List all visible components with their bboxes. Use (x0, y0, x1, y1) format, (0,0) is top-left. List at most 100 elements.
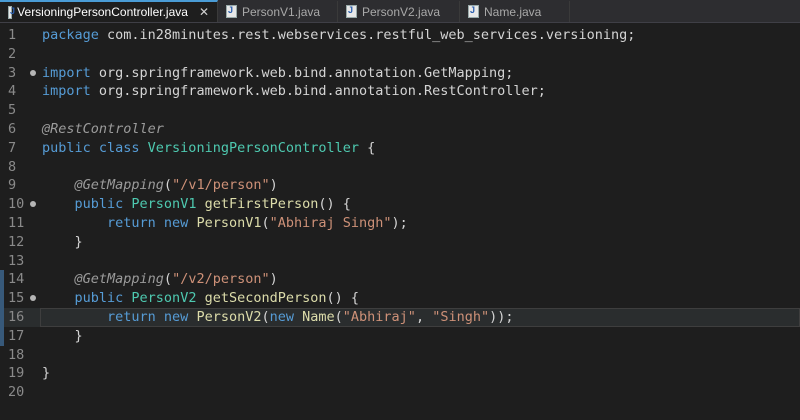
tab-label: Name.java (484, 4, 542, 19)
code-token: com.in28minutes.rest.webservices.restful… (98, 27, 636, 43)
code-token: import (42, 64, 91, 81)
code-line[interactable]: 10 public PersonV1 getFirstPerson() { (0, 195, 800, 214)
code-line[interactable]: 12 } (0, 233, 800, 252)
code-text: public PersonV2 getSecondPerson() { (42, 289, 360, 308)
code-token: @RestController (42, 121, 164, 137)
code-text: } (42, 364, 50, 383)
code-text: import org.springframework.web.bind.anno… (42, 64, 513, 83)
code-text: @RestController (42, 120, 164, 139)
tab-label: VersioningPersonController.java (17, 5, 188, 19)
code-text: import org.springframework.web.bind.anno… (42, 82, 546, 101)
code-editor[interactable]: 1 package com.in28minutes.rest.webservice… (0, 22, 800, 420)
code-text: @GetMapping("/v1/person") (42, 176, 278, 195)
line-number: 19 (8, 365, 25, 382)
code-line[interactable]: 11 return new PersonV1("Abhiraj Singh"); (0, 214, 800, 233)
code-line[interactable]: 18 (0, 346, 800, 365)
code-token: ( (163, 271, 173, 288)
tab-personv1-java[interactable]: PersonV1.java (218, 1, 338, 22)
code-token: return new (107, 309, 197, 325)
code-line[interactable]: 8 (0, 158, 800, 177)
change-marker (0, 270, 4, 290)
code-line[interactable]: 1 package com.in28minutes.rest.webservice… (0, 26, 800, 45)
code-line[interactable]: 3 import org.springframework.web.bind.ann… (0, 64, 800, 83)
code-line[interactable]: 5 (0, 101, 800, 120)
code-line[interactable]: 13 (0, 252, 800, 271)
code-token: org.springframework.web.bind.annotation.… (90, 64, 514, 81)
fold-toggle-icon[interactable] (30, 295, 36, 302)
line-number: 14 (8, 271, 25, 288)
tab-personv2-java[interactable]: PersonV2.java (338, 1, 460, 22)
line-number: 10 (8, 196, 25, 213)
line-number: 1 (8, 27, 17, 43)
code-token: PersonV2 (131, 290, 197, 307)
code-line[interactable]: 19} (0, 364, 800, 383)
line-number: 15 (8, 290, 25, 307)
code-text: @GetMapping("/v2/person") (42, 270, 278, 289)
fold-toggle-icon[interactable] (30, 69, 36, 76)
line-number: 16 (8, 309, 25, 325)
code-token: } (42, 233, 83, 250)
code-token: getFirstPerson (204, 196, 319, 213)
code-token: )); (489, 309, 514, 325)
code-token: { (359, 139, 376, 156)
code-token: () { (326, 290, 360, 307)
code-token: @GetMapping (74, 177, 164, 194)
code-token: public (74, 196, 132, 213)
line-number: 18 (8, 346, 25, 363)
line-number: 4 (8, 83, 17, 100)
tab-label: PersonV1.java (242, 4, 321, 19)
code-text: public class VersioningPersonController … (42, 139, 375, 158)
java-file-icon (468, 5, 479, 18)
code-line[interactable]: 14 @GetMapping("/v2/person") (0, 270, 800, 290)
code-token: "/v2/person" (172, 271, 270, 288)
code-token: getSecondPerson (204, 290, 327, 307)
change-marker (0, 289, 4, 309)
code-line[interactable]: 17 } (0, 326, 800, 346)
fold-toggle-icon[interactable] (30, 201, 36, 208)
line-number: 13 (8, 252, 25, 269)
code-token: public (74, 290, 132, 307)
code-token: ( (261, 215, 270, 231)
code-token: PersonV1 (196, 215, 262, 231)
code-line[interactable]: 4 import org.springframework.web.bind.ann… (0, 82, 800, 101)
line-number: 3 (8, 64, 17, 81)
code-token: "Singh" (432, 309, 490, 325)
code-text: } (42, 327, 83, 346)
tab-name-java[interactable]: Name.java (460, 1, 570, 22)
code-token: VersioningPersonController (147, 139, 359, 156)
code-token: () { (318, 196, 351, 213)
code-line[interactable]: 9 @GetMapping("/v1/person") (0, 176, 800, 195)
tab-versioningpersoncontroller-java[interactable]: VersioningPersonController.java ✕ (0, 0, 218, 22)
code-token: ( (163, 177, 173, 194)
code-line[interactable]: 2 (0, 45, 800, 64)
code-token: public class (42, 139, 148, 156)
code-line[interactable]: 16 return new PersonV2(new Name("Abhiraj… (0, 308, 800, 327)
code-token: "Abhiraj" (342, 309, 416, 325)
code-line[interactable]: 20 (0, 383, 800, 402)
code-token: ) (269, 177, 278, 194)
editor-tab-bar: VersioningPersonController.java ✕ PersonV1… (0, 0, 800, 23)
code-token: org.springframework.web.bind.annotation.… (90, 83, 546, 100)
code-line[interactable]: 15 public PersonV2 getSecondPerson() { (0, 289, 800, 309)
line-number: 11 (8, 215, 25, 231)
code-token: ) (269, 271, 278, 288)
close-tab-icon[interactable]: ✕ (199, 5, 209, 19)
code-token: "Abhiraj Singh" (269, 215, 392, 231)
line-number: 6 (8, 121, 17, 137)
change-marker (0, 308, 4, 327)
tab-label: PersonV2.java (362, 4, 441, 19)
code-token: ( (261, 309, 270, 325)
code-token: , (415, 309, 433, 325)
code-line[interactable]: 7 public class VersioningPersonController… (0, 139, 800, 158)
code-text: } (42, 233, 83, 252)
java-file-icon (226, 5, 237, 18)
code-line[interactable]: 6 @RestController (0, 120, 800, 139)
code-text: package com.in28minutes.rest.webservices… (42, 26, 635, 45)
code-token: return new (107, 215, 197, 231)
